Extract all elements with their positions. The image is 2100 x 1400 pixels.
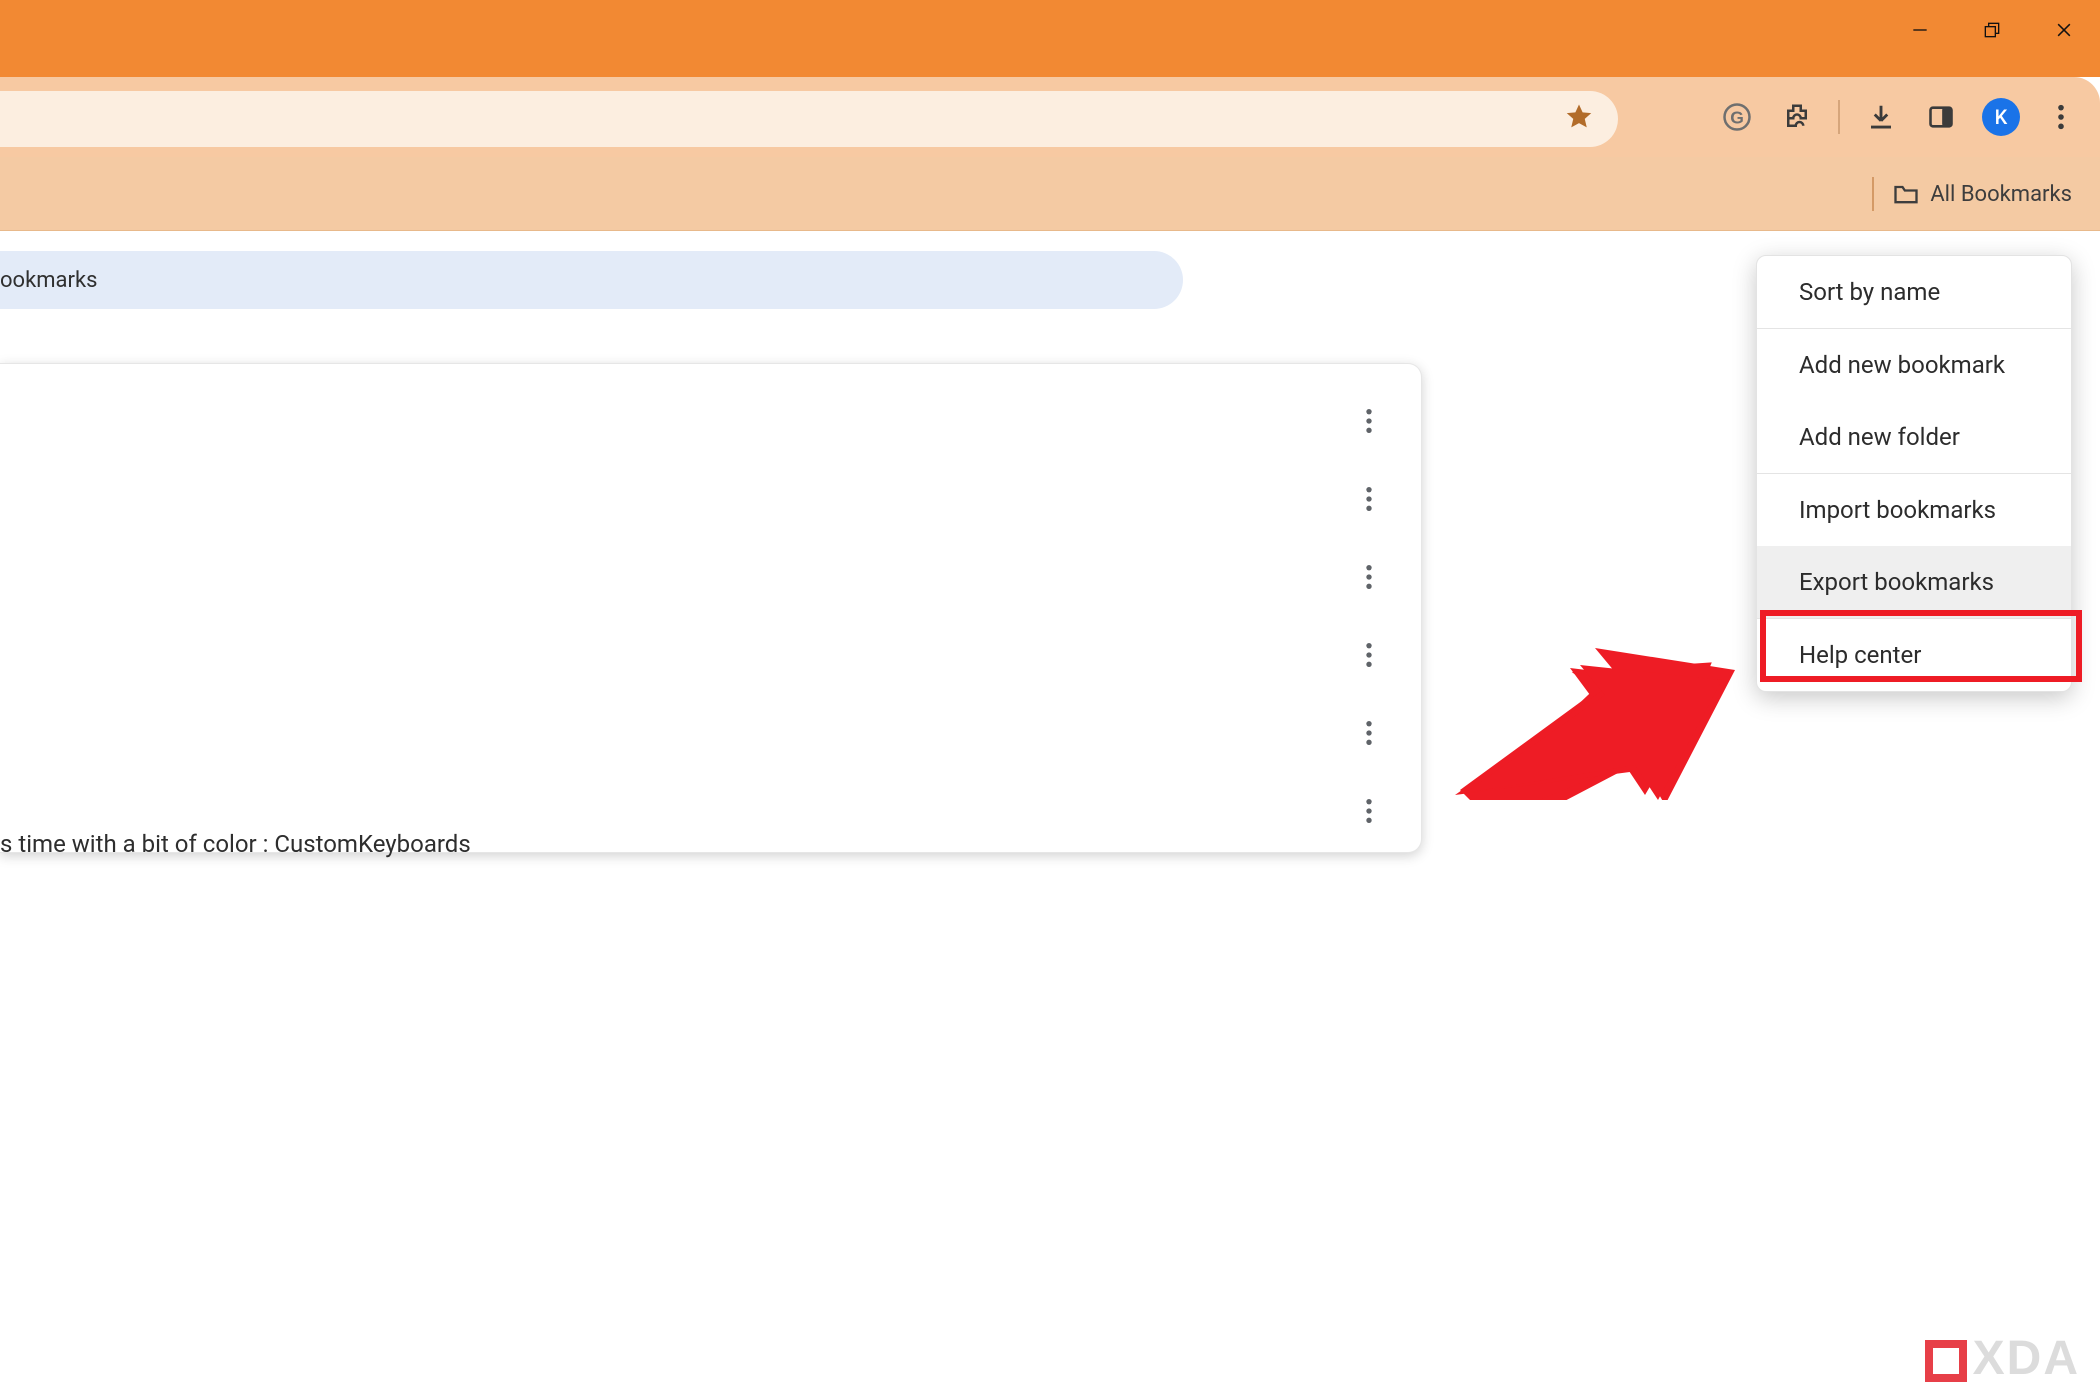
- kebab-icon: [1365, 407, 1373, 435]
- item-menu-button[interactable]: [1365, 485, 1373, 517]
- kebab-icon: [1365, 719, 1373, 747]
- folder-icon: [1892, 180, 1920, 208]
- list-item[interactable]: s time with a bit of color : CustomKeybo…: [0, 774, 1421, 852]
- kebab-icon: [2057, 103, 2065, 131]
- maximize-button[interactable]: [1956, 0, 2028, 60]
- list-item[interactable]: [0, 696, 1421, 774]
- profile-letter: K: [1995, 105, 2008, 129]
- item-menu-button[interactable]: [1365, 719, 1373, 751]
- bookmarks-list-card: s time with a bit of color : CustomKeybo…: [0, 363, 1422, 853]
- side-panel-icon[interactable]: [1922, 98, 1960, 136]
- bookmark-manager-menu: Sort by name Add new bookmark Add new fo…: [1756, 255, 2072, 692]
- menu-add-new-bookmark[interactable]: Add new bookmark: [1757, 329, 2071, 401]
- svg-text:G: G: [1730, 107, 1744, 127]
- menu-import-bookmarks[interactable]: Import bookmarks: [1757, 474, 2071, 546]
- item-menu-button[interactable]: [1365, 407, 1373, 439]
- kebab-icon: [1365, 485, 1373, 513]
- toolbar-actions: G K: [1718, 77, 2080, 157]
- watermark: XDA: [1925, 1331, 2080, 1386]
- downloads-icon[interactable]: [1862, 98, 1900, 136]
- all-bookmarks-button[interactable]: All Bookmarks: [1892, 180, 2072, 208]
- kebab-icon: [1365, 563, 1373, 591]
- close-button[interactable]: [2028, 0, 2100, 60]
- g-circle-icon[interactable]: G: [1718, 98, 1756, 136]
- browser-toolbar: G K: [0, 77, 2100, 157]
- address-bar[interactable]: [0, 91, 1618, 147]
- menu-export-bookmarks[interactable]: Export bookmarks: [1757, 546, 2071, 618]
- kebab-icon: [1365, 797, 1373, 825]
- item-menu-button[interactable]: [1365, 797, 1373, 829]
- menu-add-new-folder[interactable]: Add new folder: [1757, 401, 2071, 473]
- search-bookmarks-input[interactable]: ookmarks: [0, 251, 1183, 309]
- all-bookmarks-label: All Bookmarks: [1930, 182, 2072, 207]
- extensions-icon[interactable]: [1778, 98, 1816, 136]
- menu-sort-by-name[interactable]: Sort by name: [1757, 256, 2071, 328]
- bookmarks-bar-separator: [1872, 177, 1874, 211]
- kebab-icon: [1365, 641, 1373, 669]
- watermark-logo-icon: [1925, 1340, 1967, 1382]
- restore-icon: [1982, 20, 2002, 40]
- menu-help-center[interactable]: Help center: [1757, 619, 2071, 691]
- search-placeholder-fragment: ookmarks: [0, 268, 97, 293]
- minimize-button[interactable]: [1884, 0, 1956, 60]
- window-title-bar: [0, 0, 2100, 77]
- bookmarks-bar: All Bookmarks: [0, 157, 2100, 231]
- bookmark-title-fragment: s time with a bit of color : CustomKeybo…: [0, 830, 471, 858]
- close-icon: [2054, 20, 2074, 40]
- chrome-menu-button[interactable]: [2042, 98, 2080, 136]
- item-menu-button[interactable]: [1365, 641, 1373, 673]
- bookmark-star-icon[interactable]: [1564, 102, 1594, 136]
- watermark-text: XDA: [1973, 1331, 2080, 1386]
- item-menu-button[interactable]: [1365, 563, 1373, 595]
- list-item[interactable]: [0, 540, 1421, 618]
- minimize-icon: [1910, 20, 1930, 40]
- list-item[interactable]: [0, 384, 1421, 462]
- profile-avatar[interactable]: K: [1982, 98, 2020, 136]
- window-controls: [1884, 0, 2100, 60]
- bookmarks-bar-right: All Bookmarks: [1872, 157, 2072, 231]
- list-item[interactable]: [0, 618, 1421, 696]
- list-item[interactable]: [0, 462, 1421, 540]
- toolbar-separator: [1838, 100, 1840, 134]
